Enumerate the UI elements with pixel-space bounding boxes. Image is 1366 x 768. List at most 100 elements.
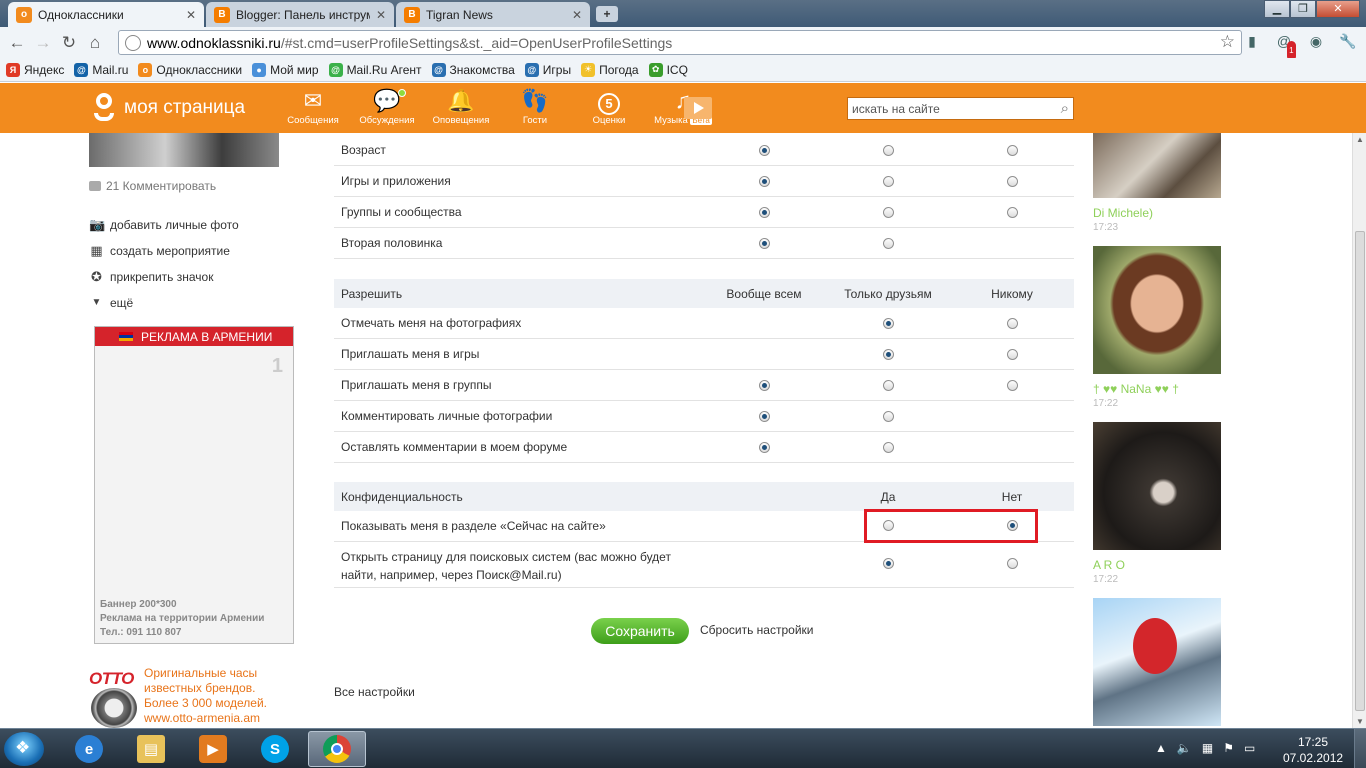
guest-name[interactable]: A R O — [1093, 558, 1221, 572]
tray-expand-icon[interactable]: ▲ — [1155, 741, 1167, 755]
scrollbar-thumb[interactable] — [1355, 231, 1365, 711]
radio-all[interactable] — [759, 411, 770, 422]
forward-arrow-icon[interactable]: → — [30, 30, 56, 56]
radio-nobody[interactable] — [1007, 349, 1018, 360]
page-scrollbar[interactable]: ▲ ▼ — [1352, 133, 1366, 728]
nav-messages[interactable]: ✉ Сообщения — [276, 87, 350, 126]
radio-yes[interactable] — [883, 558, 894, 569]
guest-card[interactable]: A R O 17:22 — [1093, 422, 1221, 585]
skype-extension-icon[interactable]: ◉ — [1306, 31, 1326, 51]
radio-friends[interactable] — [883, 318, 894, 329]
scroll-down-arrow-icon[interactable]: ▼ — [1355, 717, 1365, 726]
all-settings-link[interactable]: Все настройки — [334, 685, 415, 699]
radio-all[interactable] — [759, 207, 770, 218]
taskbar-ie[interactable]: e — [60, 731, 118, 767]
comment-link[interactable]: 21 Комментировать — [89, 179, 216, 193]
taskbar-skype[interactable]: S — [246, 731, 304, 767]
bookmark-mailru[interactable]: @ Mail.ru — [74, 62, 128, 77]
more-link[interactable]: ▼ ещё — [89, 296, 134, 310]
radio-nobody[interactable] — [1007, 176, 1018, 187]
home-icon[interactable]: ⌂ — [82, 30, 108, 56]
keyboard-icon[interactable]: ▭ — [1244, 741, 1255, 755]
site-search-input[interactable]: искать на сайте ⌕ — [847, 97, 1074, 120]
radio-friends[interactable] — [883, 442, 894, 453]
bookmark-mailru-agent[interactable]: @ Mail.Ru Агент — [328, 62, 422, 77]
wrench-menu-icon[interactable]: 🔧 — [1338, 31, 1358, 51]
close-tab-icon[interactable]: ✕ — [186, 8, 196, 22]
bookmark-moy-mir[interactable]: ● Мой мир — [252, 62, 319, 77]
radio-friends[interactable] — [883, 207, 894, 218]
radio-friends[interactable] — [883, 411, 894, 422]
maximize-icon[interactable]: ❐ — [1290, 0, 1316, 18]
nav-notifications[interactable]: 🔔 Оповещения — [424, 87, 498, 126]
radio-nobody[interactable] — [1007, 207, 1018, 218]
guest-card[interactable]: Di Michele) 17:23 — [1093, 133, 1221, 233]
back-arrow-icon[interactable]: ← — [4, 30, 30, 56]
bookmark-znakomstva[interactable]: @ Знакомства — [431, 62, 515, 77]
close-tab-icon[interactable]: ✕ — [376, 8, 386, 22]
guest-card[interactable] — [1093, 598, 1221, 726]
radio-all[interactable] — [759, 238, 770, 249]
profile-photo[interactable] — [89, 133, 279, 167]
add-photo-link[interactable]: 📷 добавить личные фото — [89, 218, 239, 233]
bookmark-label: Мой мир — [270, 62, 319, 77]
otto-link[interactable]: www.otto-armenia.am — [144, 711, 267, 726]
radio-nobody[interactable] — [1007, 380, 1018, 391]
bookmark-pogoda[interactable]: ☀ Погода — [581, 62, 639, 77]
radio-friends[interactable] — [883, 176, 894, 187]
guest-name[interactable]: † ♥♥ NaNa ♥♥ † — [1093, 382, 1221, 396]
guest-name[interactable]: Di Michele) — [1093, 206, 1221, 220]
globe-icon — [125, 34, 141, 51]
nav-ratings[interactable]: 5 Оценки — [572, 87, 646, 126]
close-tab-icon[interactable]: ✕ — [572, 8, 582, 22]
radio-all[interactable] — [759, 176, 770, 187]
otto-ad[interactable]: OTTO Оригинальные часы известных брендов… — [89, 666, 309, 728]
address-bar[interactable]: www.odnoklassniki.ru/#st.cmd=userProfile… — [118, 30, 1242, 55]
radio-all[interactable] — [759, 145, 770, 156]
attach-badge-link[interactable]: ✪ прикрепить значок — [89, 270, 213, 285]
bookmark-yandex[interactable]: Я Яндекс — [6, 62, 64, 77]
bookmark-odnoklassniki[interactable]: о Одноклассники — [138, 62, 242, 77]
radio-friends[interactable] — [883, 145, 894, 156]
radio-nobody[interactable] — [1007, 318, 1018, 329]
my-page-link[interactable]: моя страница — [92, 93, 245, 123]
radio-all[interactable] — [759, 442, 770, 453]
mail-extension-icon[interactable]: @1 — [1274, 31, 1296, 61]
network-icon[interactable]: ▦ — [1202, 741, 1213, 755]
radio-friends[interactable] — [883, 380, 894, 391]
radio-friends[interactable] — [883, 238, 894, 249]
radio-nobody[interactable] — [1007, 145, 1018, 156]
volume-icon[interactable]: 🔈 — [1177, 741, 1192, 755]
start-button[interactable] — [4, 732, 44, 766]
action-center-icon[interactable]: ⚑ — [1223, 741, 1234, 755]
taskbar-explorer[interactable]: ▤ — [122, 731, 180, 767]
tab-blogger[interactable]: B Blogger: Панель инструме ✕ — [206, 2, 394, 27]
stats-extension-icon[interactable]: ▮ — [1242, 31, 1262, 51]
taskbar-clock[interactable]: 17:25 07.02.2012 — [1283, 734, 1343, 766]
nav-guests[interactable]: 👣 Гости — [498, 87, 572, 126]
tab-odnoklassniki[interactable]: о Одноклассники ✕ — [8, 2, 204, 27]
create-event-link[interactable]: ▦ создать мероприятие — [89, 244, 230, 259]
guest-card[interactable]: † ♥♥ NaNa ♥♥ † 17:22 — [1093, 246, 1221, 409]
reset-settings-link[interactable]: Сбросить настройки — [700, 623, 813, 637]
radio-all[interactable] — [759, 380, 770, 391]
close-window-icon[interactable]: ✕ — [1316, 0, 1360, 18]
play-icon[interactable] — [684, 97, 712, 119]
save-button[interactable]: Сохранить — [591, 618, 689, 644]
search-icon[interactable]: ⌕ — [1061, 100, 1069, 117]
radio-friends[interactable] — [883, 349, 894, 360]
reload-icon[interactable]: ↻ — [56, 30, 82, 56]
radio-no[interactable] — [1007, 558, 1018, 569]
bookmark-igry[interactable]: @ Игры — [524, 62, 571, 77]
nav-discussions[interactable]: 💬 Обсуждения — [350, 87, 424, 126]
bookmark-icq[interactable]: ✿ ICQ — [648, 62, 688, 77]
show-desktop-button[interactable] — [1354, 729, 1366, 768]
bookmark-star-icon[interactable]: ☆ — [1220, 32, 1235, 52]
ad-banner-armenia[interactable]: РЕКЛАМА В АРМЕНИИ 1 Баннер 200*300 Рекла… — [94, 326, 294, 644]
taskbar-media-player[interactable]: ▶ — [184, 731, 242, 767]
scroll-up-arrow-icon[interactable]: ▲ — [1355, 135, 1365, 144]
minimize-icon[interactable]: ▁ — [1264, 0, 1290, 18]
tab-tigran-news[interactable]: B Tigran News ✕ — [396, 2, 590, 27]
new-tab-button[interactable]: + — [596, 6, 618, 22]
taskbar-chrome[interactable] — [308, 731, 366, 767]
